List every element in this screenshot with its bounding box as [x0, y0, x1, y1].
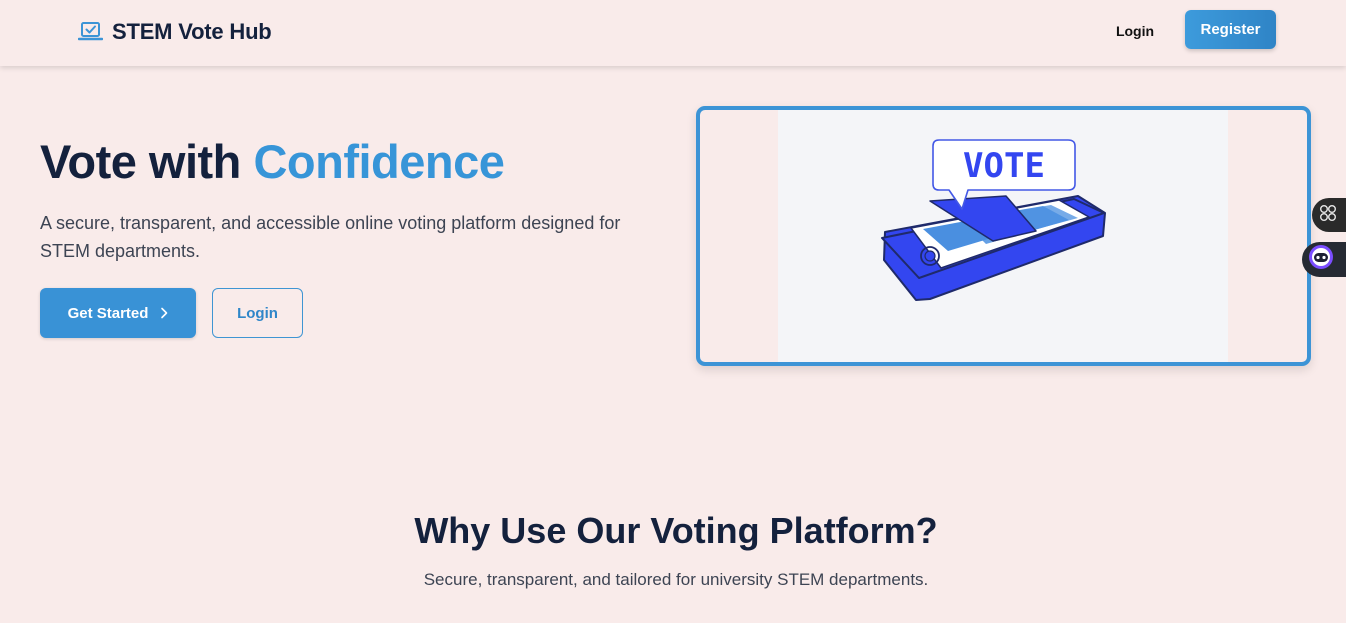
- top-navbar: STEM Vote Hub Login Register: [0, 0, 1346, 66]
- brand-logo[interactable]: STEM Vote Hub: [78, 17, 272, 47]
- assistant-icon: [1308, 244, 1334, 275]
- register-button[interactable]: Register: [1185, 10, 1276, 49]
- hero-title-accent: Confidence: [253, 135, 505, 188]
- brand-name: STEM Vote Hub: [112, 19, 272, 44]
- hero-illustration-frame: VOTE: [696, 106, 1311, 366]
- laptop-check-icon: [78, 21, 103, 43]
- hero-subtitle: A secure, transparent, and accessible on…: [40, 213, 621, 261]
- chevron-right-icon: [160, 307, 168, 319]
- grid-icon: [1318, 203, 1338, 228]
- get-started-label: Get Started: [67, 304, 149, 322]
- nav-login-link[interactable]: Login: [1104, 19, 1166, 43]
- features-title: Why Use Our Voting Platform?: [414, 510, 938, 551]
- hero-login-button[interactable]: Login: [212, 288, 303, 338]
- side-grid-button[interactable]: [1312, 198, 1346, 232]
- features-subtitle: Secure, transparent, and tailored for un…: [423, 570, 929, 589]
- hero-title: Vote with Confidence: [40, 134, 505, 194]
- get-started-button[interactable]: Get Started: [40, 288, 196, 338]
- side-assistant-button[interactable]: [1302, 242, 1346, 277]
- hero-title-prefix: Vote with: [40, 135, 254, 188]
- vote-bubble-text: VOTE: [963, 146, 1045, 186]
- vote-phone-illustration: VOTE: [778, 110, 1228, 362]
